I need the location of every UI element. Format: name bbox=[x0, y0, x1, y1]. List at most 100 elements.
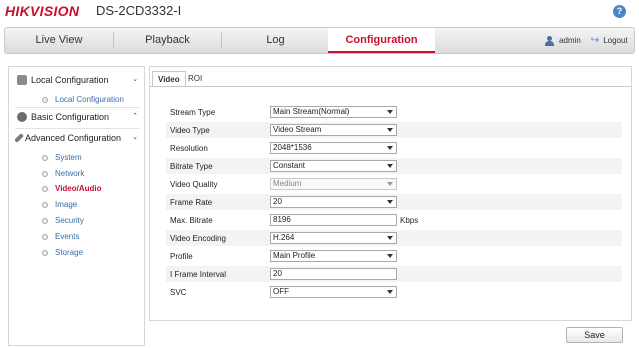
sidebar-item-label: Local Configuration bbox=[55, 95, 124, 104]
select-value: OFF bbox=[273, 287, 289, 296]
select-value: Constant bbox=[273, 161, 306, 170]
field-i-frame-interval: I Frame Interval 20 bbox=[166, 266, 622, 282]
device-model: DS-2CD3332-I bbox=[96, 3, 182, 18]
dropdown-arrow-icon bbox=[387, 110, 393, 114]
field-label: SVC bbox=[170, 288, 187, 297]
profile-select[interactable]: Main Profile bbox=[270, 250, 397, 262]
tab-playback[interactable]: Playback bbox=[114, 28, 221, 53]
dropdown-arrow-icon bbox=[387, 254, 393, 258]
field-label: Resolution bbox=[170, 144, 208, 153]
i-frame-interval-input[interactable]: 20 bbox=[270, 268, 397, 280]
config-sidebar: Local Configuration ⌄ Local Configuratio… bbox=[8, 66, 145, 346]
dropdown-arrow-icon bbox=[387, 164, 393, 168]
bullet-icon bbox=[42, 201, 48, 208]
help-icon[interactable]: ? bbox=[613, 5, 626, 18]
bitrate-unit: Kbps bbox=[400, 216, 419, 225]
select-value: Main Stream(Normal) bbox=[273, 107, 350, 116]
sidebar-item-events[interactable]: Events bbox=[42, 232, 79, 241]
stream-type-select[interactable]: Main Stream(Normal) bbox=[270, 106, 397, 118]
svc-select[interactable]: OFF bbox=[270, 286, 397, 298]
bullet-icon bbox=[42, 170, 48, 177]
chevron-down-icon: ⌄ bbox=[132, 134, 138, 141]
field-frame-rate: Frame Rate 20 bbox=[166, 194, 622, 210]
bullet-icon bbox=[42, 185, 48, 192]
dropdown-arrow-icon bbox=[387, 146, 393, 150]
sidebar-item-label: Network bbox=[55, 169, 85, 178]
sidebar-item-local-configuration[interactable]: Local Configuration bbox=[42, 95, 124, 104]
dropdown-arrow-icon bbox=[387, 236, 393, 240]
field-label: Video Encoding bbox=[170, 234, 226, 243]
sidebar-item-label: Events bbox=[55, 232, 80, 241]
field-label: Max. Bitrate bbox=[170, 216, 213, 225]
field-label: Video Type bbox=[170, 126, 210, 135]
user-area: admin ↪ Logout bbox=[545, 35, 628, 46]
video-quality-select: Medium bbox=[270, 178, 397, 190]
dropdown-arrow-icon bbox=[387, 182, 393, 186]
resolution-select[interactable]: 2048*1536 bbox=[270, 142, 397, 154]
tab-video[interactable]: Video bbox=[152, 71, 186, 87]
subtab-divider bbox=[150, 86, 631, 87]
tab-log[interactable]: Log bbox=[222, 28, 329, 53]
video-encoding-select[interactable]: H.264 bbox=[270, 232, 397, 244]
dropdown-arrow-icon bbox=[387, 128, 393, 132]
sidebar-item-label: Video/Audio bbox=[55, 184, 102, 193]
sidebar-item-label: Storage bbox=[55, 248, 84, 257]
sidebar-section-label: Local Configuration bbox=[31, 75, 109, 85]
username: admin bbox=[559, 36, 581, 45]
sidebar-section-basic[interactable]: Basic Configuration ⌃ bbox=[9, 106, 144, 128]
chevron-down-icon: ⌄ bbox=[132, 76, 138, 83]
logout-link[interactable]: Logout bbox=[603, 36, 627, 45]
tab-roi[interactable]: ROI bbox=[183, 71, 207, 87]
select-value: H.264 bbox=[273, 233, 295, 242]
sidebar-item-network[interactable]: Network bbox=[42, 169, 84, 178]
hikvision-logo: HIKVISION bbox=[5, 3, 80, 19]
field-profile: Profile Main Profile bbox=[166, 248, 622, 264]
tab-live-view[interactable]: Live View bbox=[5, 28, 113, 53]
field-label: I Frame Interval bbox=[170, 270, 227, 279]
field-label: Profile bbox=[170, 252, 193, 261]
video-type-select[interactable]: Video Stream bbox=[270, 124, 397, 136]
field-max-bitrate: Max. Bitrate 8196 Kbps bbox=[166, 212, 622, 228]
sidebar-section-local[interactable]: Local Configuration ⌄ bbox=[9, 69, 144, 91]
select-value: 2048*1536 bbox=[273, 143, 312, 152]
field-resolution: Resolution 2048*1536 bbox=[166, 140, 622, 156]
select-value: Main Profile bbox=[273, 251, 316, 260]
bullet-icon bbox=[42, 217, 48, 224]
dropdown-arrow-icon bbox=[387, 290, 393, 294]
sidebar-item-label: System bbox=[55, 153, 82, 162]
sidebar-item-image[interactable]: Image bbox=[42, 200, 77, 209]
tab-configuration[interactable]: Configuration bbox=[328, 28, 435, 53]
sidebar-item-storage[interactable]: Storage bbox=[42, 248, 83, 257]
sidebar-section-advanced[interactable]: Advanced Configuration ⌄ bbox=[9, 127, 144, 149]
sidebar-section-label: Advanced Configuration bbox=[25, 133, 122, 143]
field-bitrate-type: Bitrate Type Constant bbox=[166, 158, 622, 174]
field-video-encoding: Video Encoding H.264 bbox=[166, 230, 622, 246]
bullet-icon bbox=[42, 96, 48, 103]
max-bitrate-input[interactable]: 8196 bbox=[270, 214, 397, 226]
sidebar-item-system[interactable]: System bbox=[42, 153, 82, 162]
monitor-icon bbox=[17, 75, 27, 85]
gear-icon bbox=[17, 112, 27, 122]
chevron-up-icon: ⌃ bbox=[132, 113, 138, 120]
sidebar-item-security[interactable]: Security bbox=[42, 216, 84, 225]
field-label: Bitrate Type bbox=[170, 162, 213, 171]
video-settings-panel: Video ROI Stream Type Main Stream(Normal… bbox=[149, 66, 632, 321]
frame-rate-select[interactable]: 20 bbox=[270, 196, 397, 208]
sidebar-section-label: Basic Configuration bbox=[31, 112, 110, 122]
sidebar-item-label: Security bbox=[55, 216, 84, 225]
bitrate-type-select[interactable]: Constant bbox=[270, 160, 397, 172]
bullet-icon bbox=[42, 154, 48, 161]
field-svc: SVC OFF bbox=[166, 284, 622, 300]
select-value: 20 bbox=[273, 197, 282, 206]
sidebar-item-label: Image bbox=[55, 200, 78, 209]
field-label: Frame Rate bbox=[170, 198, 213, 207]
field-stream-type: Stream Type Main Stream(Normal) bbox=[166, 104, 622, 120]
wrench-icon bbox=[14, 133, 24, 143]
field-video-type: Video Type Video Stream bbox=[166, 122, 622, 138]
app-header: HIKVISION DS-2CD3332-I ? bbox=[0, 0, 639, 24]
logout-icon[interactable]: ↪ bbox=[591, 35, 599, 46]
bullet-icon bbox=[42, 233, 48, 240]
field-label: Video Quality bbox=[170, 180, 218, 189]
save-button[interactable]: Save bbox=[566, 327, 623, 343]
sidebar-item-video-audio[interactable]: Video/Audio bbox=[42, 184, 102, 193]
